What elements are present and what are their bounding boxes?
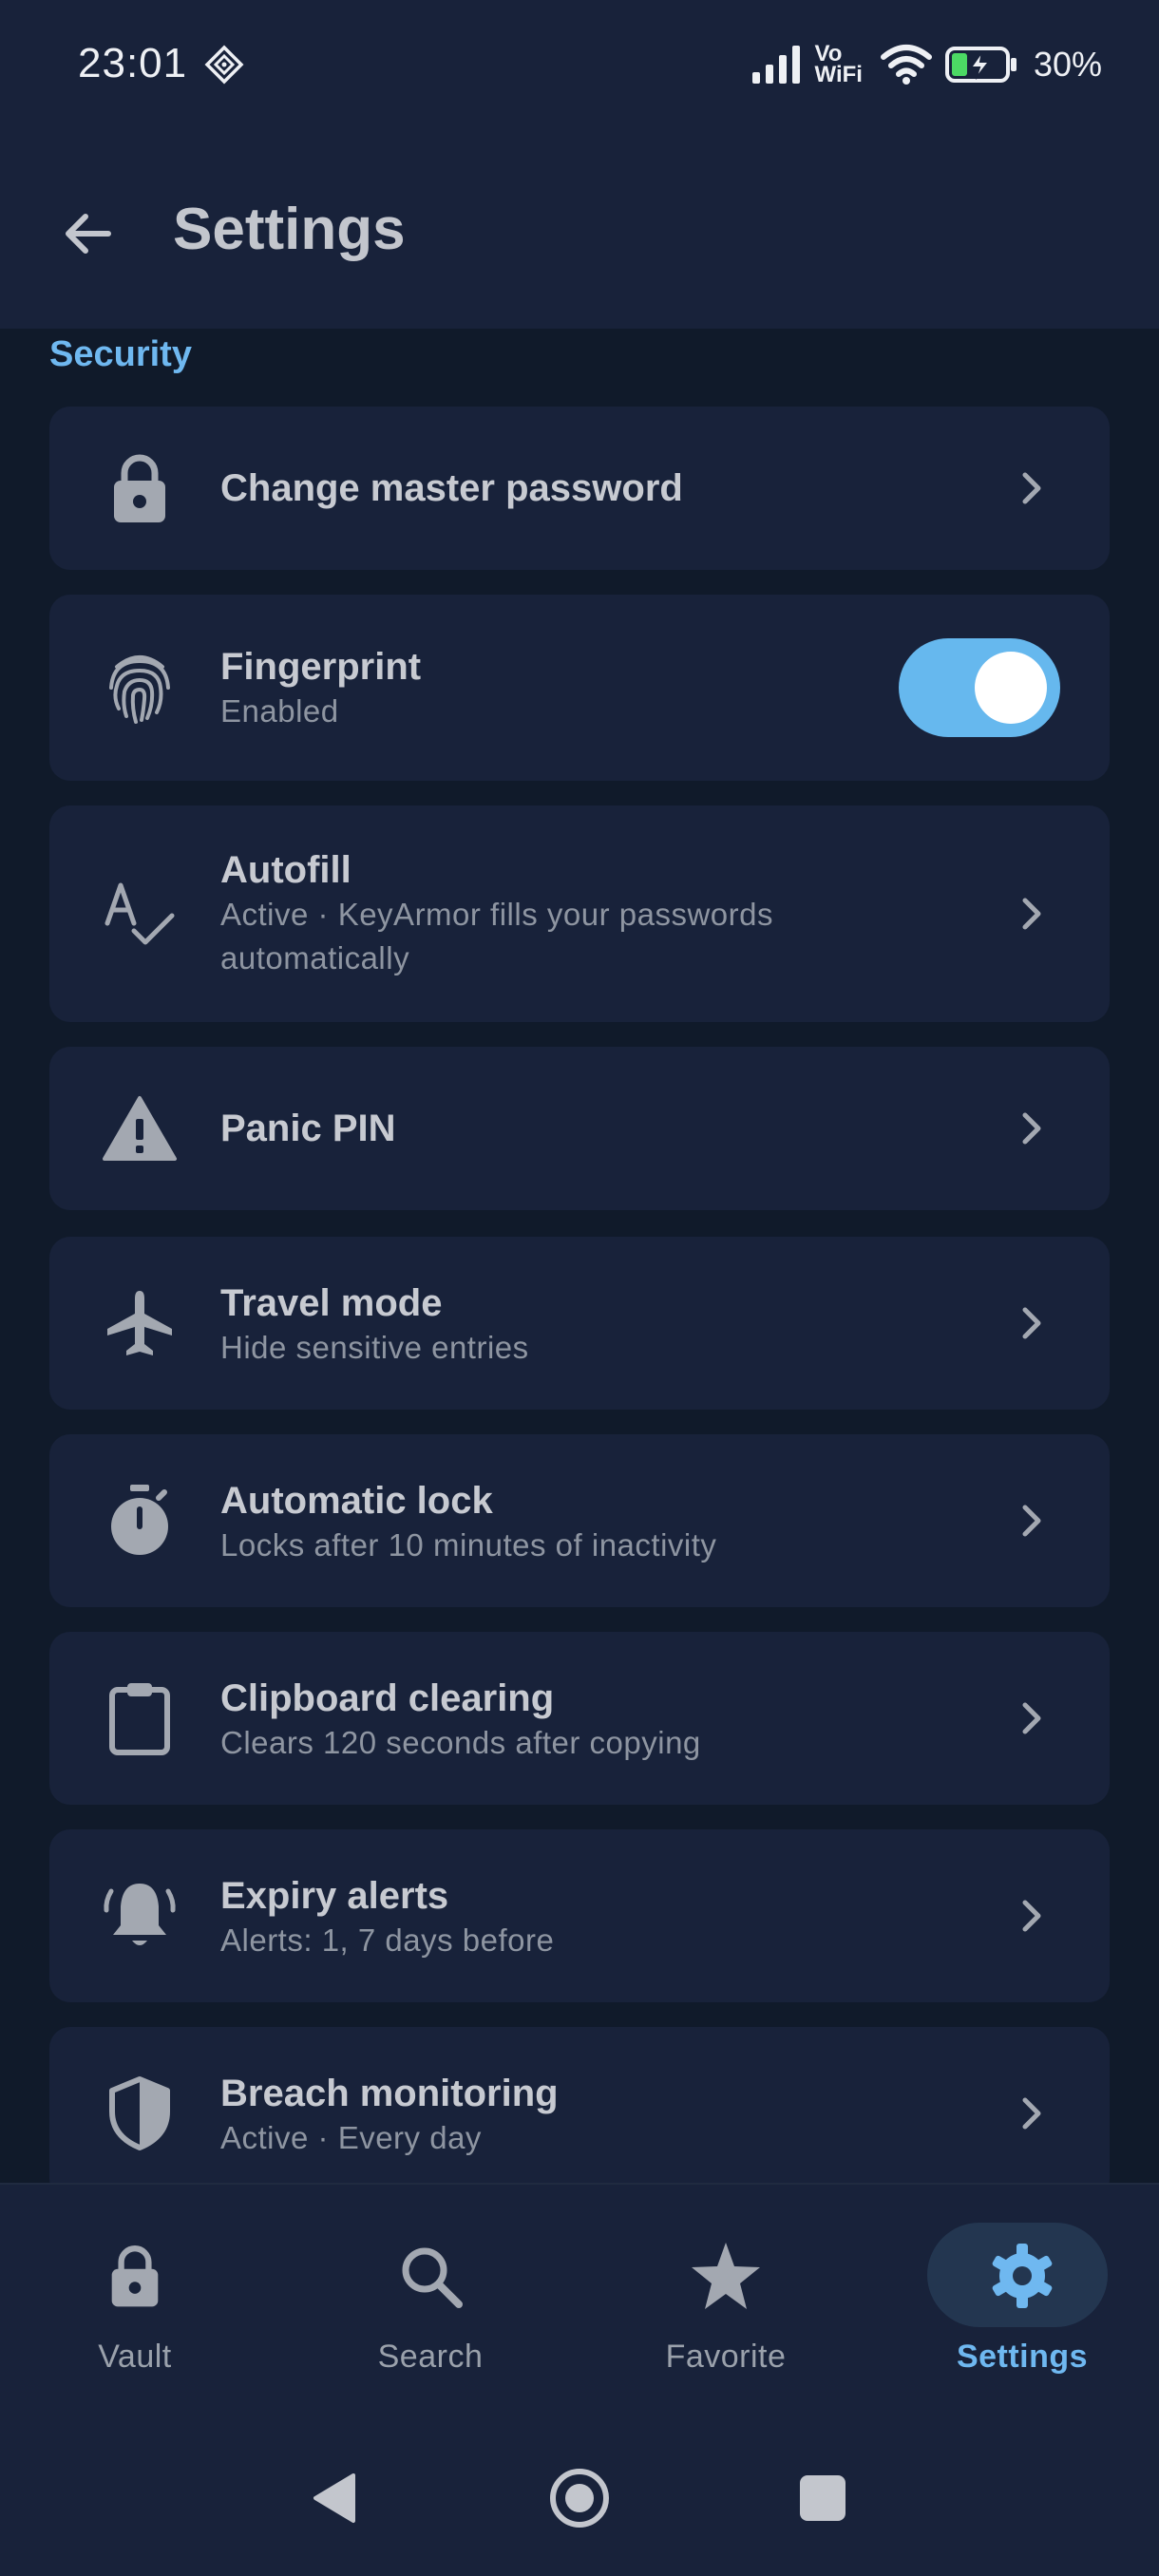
setting-title: Fingerprint — [220, 646, 422, 688]
circle-home-icon — [550, 2469, 609, 2528]
setting-travel-mode[interactable]: Travel mode Hide sensitive entries — [49, 1237, 1110, 1410]
setting-title: Breach monitoring — [220, 2073, 559, 2114]
gear-icon — [908, 2236, 1136, 2316]
setting-title: Panic PIN — [220, 1108, 396, 1149]
wifi-label: WiFi — [814, 62, 863, 87]
nav-favorite[interactable]: Favorite — [612, 2223, 840, 2375]
nav-label: Favorite — [665, 2339, 787, 2375]
setting-automatic-lock[interactable]: Automatic lock Locks after 10 minutes of… — [49, 1434, 1110, 1607]
settings-screen: 23:01 Vo WiFi 30% Settings Security Chan… — [0, 0, 1159, 2576]
toggle-knob — [975, 652, 1047, 724]
nav-vault[interactable]: Vault — [21, 2223, 249, 2375]
setting-change-master-password[interactable]: Change master password — [49, 407, 1110, 570]
setting-title: Travel mode — [220, 1282, 443, 1324]
app-bar: Settings — [0, 133, 1159, 329]
setting-clipboard-clearing[interactable]: Clipboard clearing Clears 120 seconds af… — [49, 1632, 1110, 1805]
signal-icon — [751, 46, 800, 84]
battery-percent: 30% — [1033, 45, 1102, 84]
notification-diamond-icon — [204, 45, 244, 85]
setting-fingerprint[interactable]: Fingerprint Enabled — [49, 595, 1110, 781]
system-recents-button[interactable] — [785, 2460, 861, 2536]
triangle-back-icon — [314, 2473, 355, 2523]
status-icons: Vo WiFi 30% — [750, 36, 1102, 93]
battery-charging-icon — [944, 47, 1016, 83]
back-button[interactable] — [49, 196, 125, 272]
setting-title: Change master password — [220, 467, 683, 509]
setting-subtitle: Active · KeyArmor fills your passwords a… — [220, 897, 773, 975]
setting-title: Automatic lock — [220, 1480, 493, 1522]
setting-title: Autofill — [220, 849, 352, 891]
setting-title: Clipboard clearing — [220, 1677, 555, 1719]
setting-subtitle: Enabled — [220, 693, 339, 729]
fingerprint-toggle[interactable] — [899, 638, 1060, 737]
chevron-right-icon — [1003, 1690, 1060, 1747]
lock-icon — [97, 445, 182, 531]
status-bar: 23:01 Vo WiFi 30% — [0, 0, 1159, 133]
timer-icon — [97, 1478, 182, 1563]
status-time: 23:01 — [78, 40, 188, 86]
shield-icon — [97, 2071, 182, 2156]
setting-subtitle: Clears 120 seconds after copying — [220, 1725, 701, 1760]
chevron-right-icon — [1003, 1295, 1060, 1352]
chevron-right-icon — [1003, 460, 1060, 517]
fingerprint-icon — [97, 645, 182, 730]
star-icon — [612, 2236, 840, 2316]
setting-panic-pin[interactable]: Panic PIN — [49, 1047, 1110, 1210]
chevron-right-icon — [1003, 2085, 1060, 2142]
chevron-right-icon — [1003, 1100, 1060, 1157]
search-icon — [316, 2236, 544, 2316]
setting-autofill[interactable]: Autofill Active · KeyArmor fills your pa… — [49, 805, 1110, 1022]
system-back-button[interactable] — [296, 2460, 372, 2536]
page-title: Settings — [173, 197, 406, 262]
setting-subtitle: Locks after 10 minutes of inactivity — [220, 1527, 717, 1563]
bell-alert-icon — [97, 1873, 182, 1959]
nav-label: Vault — [98, 2339, 172, 2375]
clipboard-icon — [97, 1676, 182, 1761]
nav-search[interactable]: Search — [316, 2223, 544, 2375]
nav-label: Search — [377, 2339, 484, 2375]
setting-expiry-alerts[interactable]: Expiry alerts Alerts: 1, 7 days before — [49, 1829, 1110, 2002]
system-navigation-bar — [0, 2432, 1159, 2565]
setting-subtitle: Alerts: 1, 7 days before — [220, 1923, 555, 1958]
square-recents-icon — [800, 2475, 846, 2521]
setting-subtitle: Hide sensitive entries — [220, 1330, 529, 1365]
setting-breach-monitoring[interactable]: Breach monitoring Active · Every day — [49, 2027, 1110, 2200]
chevron-right-icon — [1003, 1492, 1060, 1549]
wifi-icon — [880, 45, 932, 85]
nav-label: Settings — [956, 2339, 1089, 2375]
lock-icon — [21, 2236, 249, 2316]
setting-title: Expiry alerts — [220, 1875, 449, 1917]
spellcheck-icon — [97, 871, 182, 957]
chevron-right-icon — [1003, 1887, 1060, 1944]
setting-subtitle: Active · Every day — [220, 2120, 482, 2155]
arrow-back-icon — [66, 214, 111, 254]
warning-icon — [97, 1086, 182, 1171]
section-title-security: Security — [49, 334, 192, 374]
vowifi-indicator: Vo WiFi — [814, 43, 863, 87]
system-home-button[interactable] — [542, 2460, 618, 2536]
nav-settings[interactable]: Settings — [908, 2223, 1136, 2375]
airplane-icon — [97, 1280, 182, 1366]
chevron-right-icon — [1003, 885, 1060, 942]
